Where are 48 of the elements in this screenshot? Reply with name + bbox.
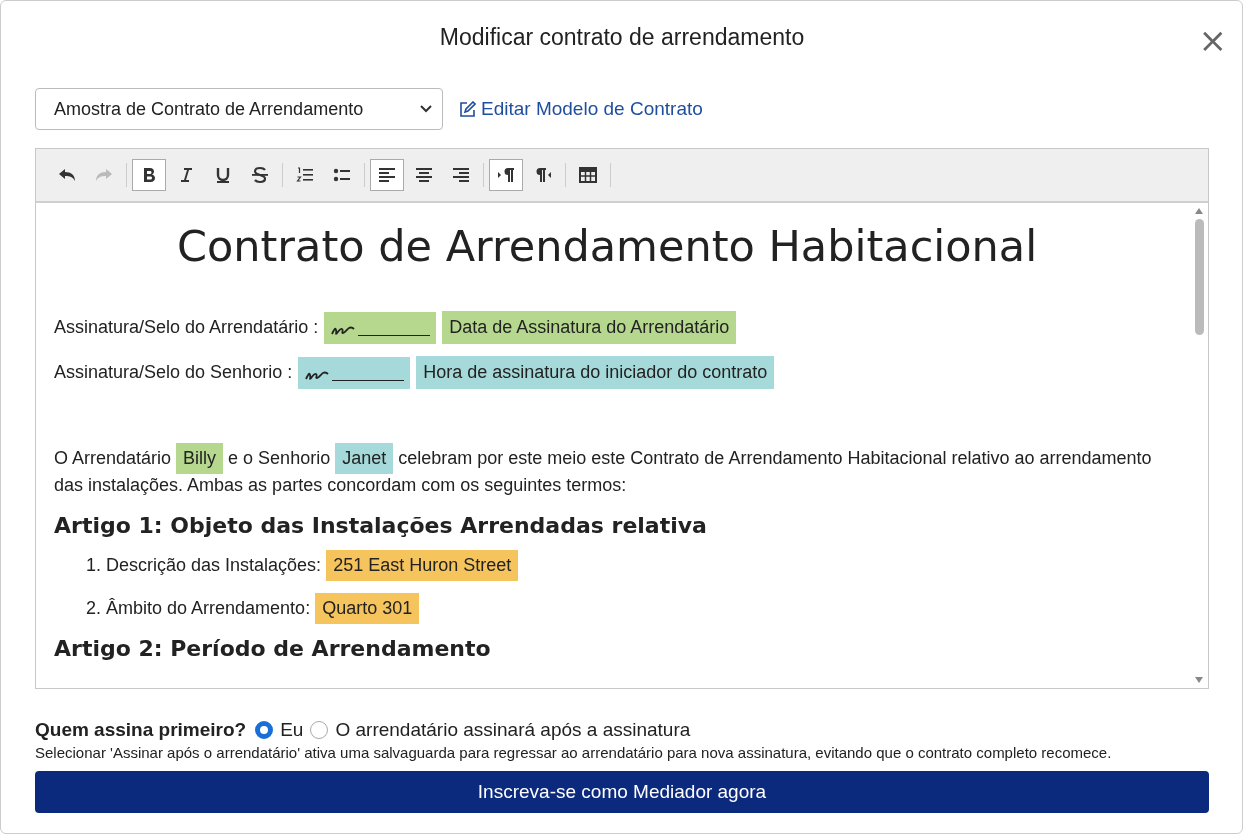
close-button[interactable]: × [1194, 23, 1231, 57]
signature-field[interactable] [298, 356, 411, 389]
list-number: 2. [86, 598, 101, 619]
align-left-button[interactable] [370, 159, 404, 191]
ltr-icon [496, 165, 516, 185]
item-label: Descrição das Instalações: [106, 555, 322, 576]
signature-label: Assinatura/Selo do Senhorio : [54, 362, 293, 383]
strike-icon [250, 165, 270, 185]
submit-button[interactable]: Inscreva-se como Mediador agora [35, 771, 1209, 813]
article-heading: Artigo 1: Objeto das Instalações Arrendadas relativa [54, 513, 708, 538]
edit-icon [459, 100, 476, 118]
scrollbar-thumb[interactable] [1195, 219, 1204, 335]
name-field[interactable]: Janet [335, 443, 394, 474]
list-number: 1. [86, 555, 101, 576]
body-text: e o Senhorio [228, 448, 331, 469]
item-label: Âmbito do Arrendamento: [106, 598, 311, 619]
body-text: O Arrendatário [54, 448, 172, 469]
body-text: celebram por este meio este Contrato de Arrendamento Habitacional relativo ao arrendamento [398, 448, 1152, 469]
dialog-title: Modificar contrato de arrendamento [439, 23, 805, 51]
edit-template-link[interactable]: Editar Modelo de Contrato [459, 98, 703, 120]
signature-date-field[interactable]: Hora de assinatura do iniciador do contrato [416, 356, 775, 389]
align-left-icon [377, 165, 397, 185]
ltr-button[interactable] [489, 159, 523, 191]
signature-date-field[interactable]: Data de Assinatura do Arrendatário [442, 311, 737, 344]
question-label: Quem assina primeiro? [35, 719, 247, 741]
radio-label[interactable]: O arrendatário assinará após a assinatura [335, 719, 691, 741]
rtl-icon [533, 165, 553, 185]
document-title: Contrato de Arrendamento Habitacional [175, 221, 1039, 271]
align-center-icon [414, 165, 434, 185]
ordered-icon [295, 165, 315, 185]
signature-field[interactable] [324, 311, 437, 344]
name-field[interactable]: Billy [176, 443, 224, 474]
value-field[interactable]: Quarto 301 [315, 593, 420, 624]
signature-label: Assinatura/Selo do Arrendatário : [54, 317, 319, 338]
body-text: das instalações. Ambas as partes concordam com os seguintes termos: [54, 475, 627, 496]
radio-button[interactable] [310, 721, 329, 739]
help-text: Selecionar 'Assinar após o arrendatário' ativa uma salvaguarda para regressar ao arrendatário para nova assinatura, evitando que o contrato completo recomece. [35, 744, 1113, 761]
scroll-down-icon[interactable] [1194, 676, 1204, 684]
value-field[interactable]: 251 East Huron Street [326, 550, 519, 581]
chevron-down-icon [420, 105, 432, 113]
bold-button[interactable] [132, 159, 166, 191]
scroll-up-icon[interactable] [1194, 207, 1204, 215]
radio-button[interactable] [255, 721, 274, 739]
radio-label[interactable]: Eu [280, 719, 304, 741]
article-heading: Artigo 2: Período de Arrendamento [54, 636, 492, 661]
template-select[interactable]: Amostra de Contrato de Arrendamento [35, 88, 443, 130]
align-right-icon [451, 165, 471, 185]
table-icon [578, 165, 598, 185]
